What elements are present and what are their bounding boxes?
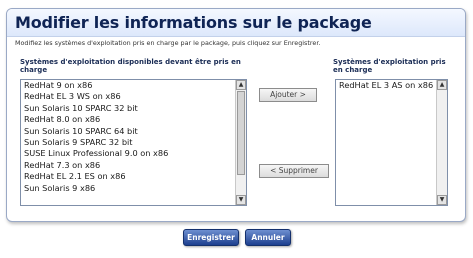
dialog-description: Modifiez les systèmes d'exploitation pri… bbox=[15, 39, 321, 47]
available-list-scrollbar[interactable]: ▲ ▼ bbox=[235, 80, 246, 205]
save-button[interactable]: Enregistrer bbox=[183, 229, 239, 246]
selected-os-label: Systèmes d'exploitation pris en charge bbox=[333, 58, 446, 74]
list-item[interactable]: RedHat EL 3 WS on x86 bbox=[21, 91, 234, 102]
selected-os-list[interactable]: RedHat EL 3 AS on x86 ▲ ▼ bbox=[335, 79, 448, 206]
list-item[interactable]: RedHat 9 on x86 bbox=[21, 80, 234, 91]
list-item[interactable]: RedHat EL 3 AS on x86 bbox=[336, 80, 435, 91]
arrow-up-icon[interactable]: ▲ bbox=[437, 80, 447, 90]
available-os-label: Systèmes d'exploitation disponibles deva… bbox=[20, 58, 241, 74]
list-item[interactable]: SUSE Linux Professional 9.0 on x86 bbox=[21, 148, 234, 159]
add-button[interactable]: Ajouter > bbox=[259, 88, 317, 102]
scrollbar-thumb[interactable] bbox=[237, 91, 245, 175]
dialog-title: Modifier les informations sur le package bbox=[15, 13, 372, 32]
list-item[interactable]: RedHat EL 2.1 ES on x86 bbox=[21, 171, 234, 182]
list-item[interactable]: RedHat 8.0 on x86 bbox=[21, 114, 234, 125]
cancel-button[interactable]: Annuler bbox=[245, 229, 291, 246]
list-item[interactable]: Sun Solaris 9 SPARC 32 bit bbox=[21, 137, 234, 148]
list-item[interactable]: Sun Solaris 10 SPARC 64 bit bbox=[21, 126, 234, 137]
list-item[interactable]: RedHat 7.3 on x86 bbox=[21, 160, 234, 171]
list-item[interactable]: Sun Solaris 9 x86 bbox=[21, 183, 234, 194]
selected-list-scrollbar[interactable]: ▲ ▼ bbox=[436, 80, 447, 205]
dialog-header: Modifier les informations sur le package bbox=[7, 9, 465, 37]
arrow-down-icon[interactable]: ▼ bbox=[437, 195, 447, 205]
list-item[interactable]: Sun Solaris 10 SPARC 32 bit bbox=[21, 103, 234, 114]
arrow-up-icon[interactable]: ▲ bbox=[236, 80, 246, 90]
remove-button[interactable]: < Supprimer bbox=[259, 164, 329, 178]
available-os-list[interactable]: RedHat 9 on x86 RedHat EL 3 WS on x86 Su… bbox=[20, 79, 247, 206]
arrow-down-icon[interactable]: ▼ bbox=[236, 195, 246, 205]
